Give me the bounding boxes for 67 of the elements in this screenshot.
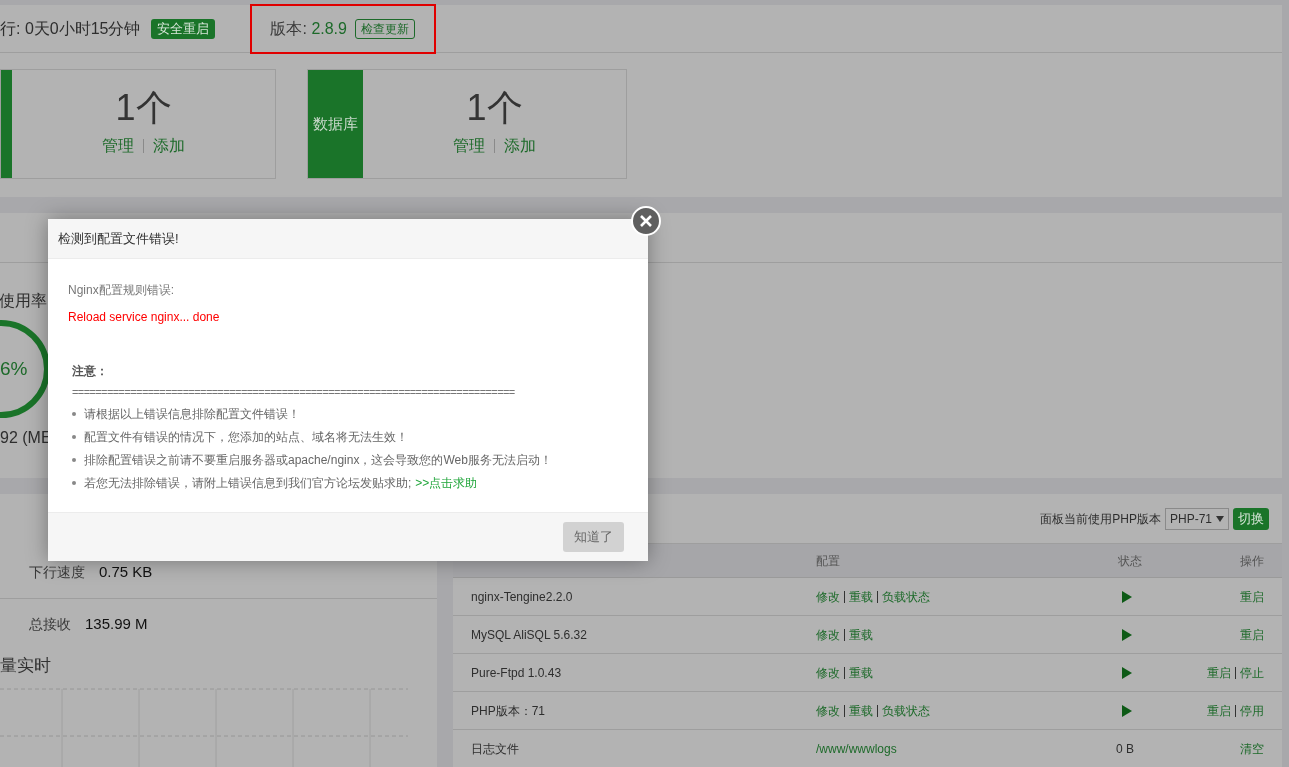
version-text: 版本: 2.8.9 (270, 19, 347, 39)
stat-label: 下行速度 (29, 562, 85, 582)
caret-icon (1216, 515, 1224, 522)
config-link[interactable]: 修改 (816, 701, 840, 720)
note-item: 排除配置错误之前请不要重启服务器或apache/nginx，这会导致您的Web服务无法启动！ (84, 451, 552, 469)
note-item: 配置文件有错误的情况下，您添加的站点、域名将无法生效！ (84, 428, 408, 446)
action-link[interactable]: 重启 (1240, 587, 1264, 606)
bullet-icon (72, 411, 76, 416)
card-label: 数据库 (313, 113, 358, 134)
play-icon (1122, 590, 1132, 603)
column-header: 状态 (1117, 552, 1143, 570)
software-name: 日志文件 (471, 740, 520, 758)
software-name: PHP版本：71 (471, 702, 547, 720)
card-link[interactable]: 添加 (153, 134, 185, 158)
play-icon (1122, 628, 1132, 641)
bullet-icon (72, 480, 76, 485)
help-link[interactable]: >>点击求助 (415, 473, 478, 492)
count-value: 1个 (466, 86, 523, 130)
stat-value: 0.75 KB (99, 562, 153, 583)
column-header: 配置 (816, 552, 841, 570)
uptime-text: 行: 0天0小时15分钟 (0, 18, 141, 39)
separator-text: ============================================================================ (72, 385, 516, 400)
config-link[interactable]: 负载状态 (882, 587, 930, 606)
action-link[interactable]: 重启 (1207, 701, 1231, 720)
config-link[interactable]: 重载 (849, 701, 873, 720)
usage-percent: 6% (0, 356, 28, 381)
dialog-title: 检测到配置文件错误! (58, 229, 179, 248)
action-link[interactable]: 停用 (1240, 701, 1264, 720)
note-item: 请根据以上错误信息排除配置文件错误！ (84, 405, 300, 423)
card-link[interactable]: 管理 (102, 134, 134, 158)
chart-title: 量实时 (0, 654, 52, 677)
config-link[interactable]: 重载 (849, 625, 873, 644)
error-message: Reload service nginx... done (68, 309, 221, 326)
bullet-icon (72, 434, 76, 439)
action-link[interactable]: 清空 (1240, 739, 1264, 758)
play-icon (1122, 704, 1132, 717)
action-link[interactable]: 重启 (1240, 625, 1264, 644)
action-link[interactable]: 停止 (1240, 663, 1264, 682)
action-link[interactable]: 重启 (1207, 663, 1231, 682)
config-link[interactable]: 修改 (816, 663, 840, 682)
count-value: 1个 (115, 86, 172, 130)
config-link[interactable]: 修改 (816, 625, 840, 644)
size-value: 0 B (1116, 740, 1134, 758)
bullet-icon (72, 457, 76, 462)
note-title: 注意： (72, 363, 109, 380)
software-name: nginx-Tengine2.2.0 (471, 588, 574, 606)
config-link[interactable]: /www/wwwlogs (816, 739, 897, 758)
note-item: 若您无法排除错误，请附上错误信息到我们官方论坛发贴求助; (84, 474, 412, 492)
error-label: Nginx配置规则错误: (68, 282, 175, 299)
card-link[interactable]: 添加 (504, 134, 536, 158)
php-version-label: 面板当前使用PHP版本 (1040, 510, 1161, 528)
restart-button[interactable]: 安全重启 (151, 18, 216, 39)
close-icon[interactable] (631, 206, 661, 236)
config-link[interactable]: 重载 (849, 587, 873, 606)
check-update-button[interactable]: 检查更新 (354, 19, 415, 39)
switch-button[interactable]: 切换 (1233, 507, 1269, 530)
config-link[interactable]: 修改 (816, 587, 840, 606)
card-link[interactable]: 管理 (453, 134, 485, 158)
php-version-select[interactable]: PHP-71 (1164, 507, 1229, 530)
play-icon (1122, 666, 1132, 679)
column-header: 操作 (1239, 552, 1264, 570)
software-name: MySQL AliSQL 5.6.32 (471, 626, 588, 644)
stat-label: 总接收 (29, 615, 71, 635)
software-name: Pure-Ftpd 1.0.43 (471, 664, 563, 682)
stat-value: 135.99 M (85, 614, 148, 635)
config-link[interactable]: 负载状态 (882, 701, 930, 720)
config-link[interactable]: 重载 (849, 663, 873, 682)
